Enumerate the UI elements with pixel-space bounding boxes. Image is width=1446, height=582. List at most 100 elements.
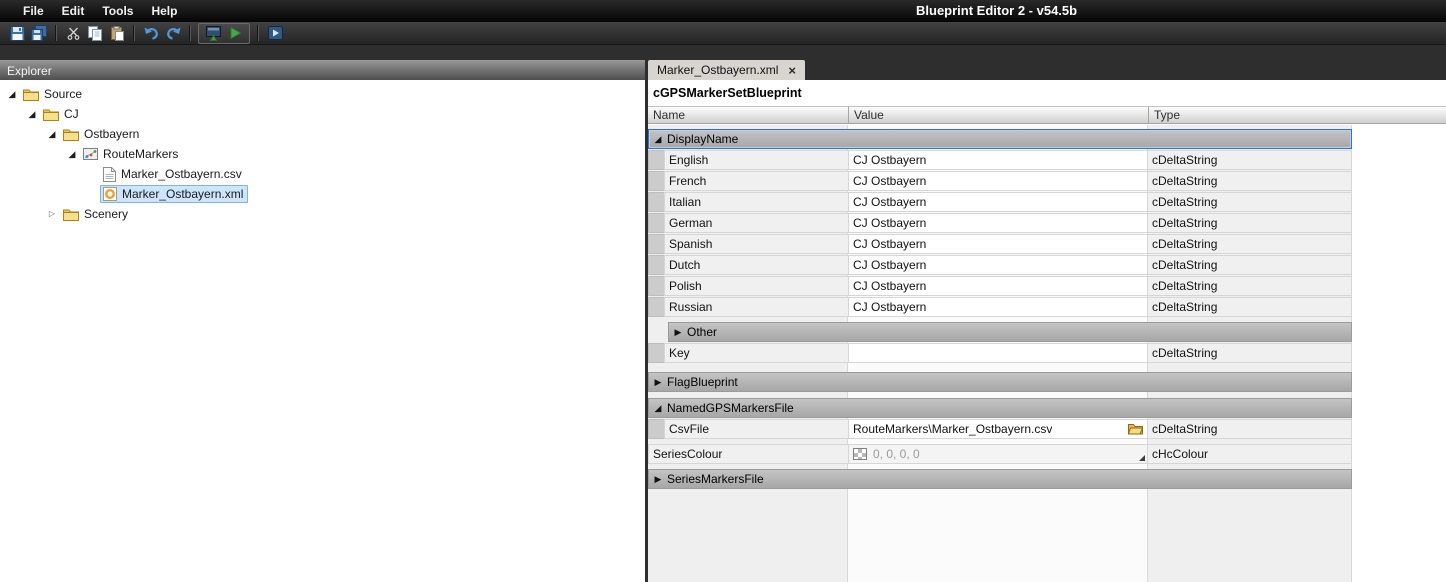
run-button[interactable] xyxy=(225,23,245,43)
paste-button[interactable] xyxy=(107,23,127,43)
tree-item-marker-ostbayern-xml[interactable]: Marker_Ostbayern.xml xyxy=(0,184,645,204)
prop-name: Italian xyxy=(664,192,848,212)
group-label: DisplayName xyxy=(667,132,738,146)
menu-edit[interactable]: Edit xyxy=(53,1,94,21)
expander-closed-icon[interactable]: ▶ xyxy=(649,470,667,488)
expander-closed-icon[interactable]: ▶ xyxy=(669,323,687,341)
preview-button[interactable] xyxy=(265,23,285,43)
editor-panel: Marker_Ostbayern.xml × cGPSMarkerSetBlue… xyxy=(648,60,1446,582)
expander-open-icon[interactable]: ◢ xyxy=(24,104,40,124)
prop-value[interactable]: CJ Ostbayern xyxy=(848,192,1148,212)
tree-label: CJ xyxy=(64,107,79,121)
prop-value[interactable]: CJ Ostbayern xyxy=(848,213,1148,233)
redo-button[interactable] xyxy=(163,23,183,43)
color-swatch[interactable] xyxy=(853,448,867,460)
column-header-type[interactable]: Type xyxy=(1148,107,1446,123)
tree-node-source: Source xyxy=(20,85,87,103)
prop-type: cDeltaString xyxy=(1148,297,1352,317)
prop-value[interactable]: RouteMarkers\Marker_Ostbayern.csv xyxy=(848,419,1148,439)
undo-button[interactable] xyxy=(141,23,161,43)
expander-open-icon[interactable]: ◢ xyxy=(649,130,667,148)
save-all-button[interactable] xyxy=(29,23,49,43)
group-row-seriesmarkersfile[interactable]: ▶SeriesMarkersFile xyxy=(648,469,1352,489)
export-button[interactable] xyxy=(203,23,223,43)
prop-row-seriescolour: SeriesColour0, 0, 0, 0cHcColour xyxy=(648,444,1352,464)
tree-item-source[interactable]: ◢Source xyxy=(0,84,645,104)
tree-node-scenery: Scenery xyxy=(60,205,133,223)
expander-closed-icon[interactable]: ▷ xyxy=(44,204,60,224)
expander-closed-icon[interactable]: ▶ xyxy=(649,373,667,391)
explorer-header: Explorer xyxy=(0,60,645,80)
prop-value-text: CJ Ostbayern xyxy=(853,216,926,230)
menu-file[interactable]: File xyxy=(14,1,53,21)
tree-label: Ostbayern xyxy=(84,127,139,141)
prop-type: cDeltaString xyxy=(1148,276,1352,296)
indent-gutter xyxy=(648,276,664,296)
prop-value[interactable]: CJ Ostbayern xyxy=(848,171,1148,191)
prop-value[interactable]: CJ Ostbayern xyxy=(848,297,1148,317)
prop-value[interactable]: CJ Ostbayern xyxy=(848,255,1148,275)
expander-open-icon[interactable]: ◢ xyxy=(44,124,60,144)
window-title: Blueprint Editor 2 - v54.5b xyxy=(916,3,1077,18)
group-label: SeriesMarkersFile xyxy=(667,472,764,486)
prop-row-french: FrenchCJ OstbayerncDeltaString xyxy=(648,171,1352,191)
prop-value[interactable]: 0, 0, 0, 0 xyxy=(848,444,1148,464)
prop-name: English xyxy=(664,150,848,170)
blueprint-type-heading: cGPSMarkerSetBlueprint xyxy=(648,80,1446,106)
prop-value-text: CJ Ostbayern xyxy=(853,237,926,251)
menu-help[interactable]: Help xyxy=(142,1,186,21)
menu-tools[interactable]: Tools xyxy=(93,1,142,21)
group-row-namedgpsmarkersfile[interactable]: ◢NamedGPSMarkersFile xyxy=(648,398,1352,418)
group-row-other[interactable]: ▶Other xyxy=(668,322,1352,342)
expander-open-icon[interactable]: ◢ xyxy=(649,399,667,417)
group-label: NamedGPSMarkersFile xyxy=(667,401,794,415)
tree-item-ostbayern[interactable]: ◢ Ostbayern xyxy=(0,124,645,144)
indent-gutter xyxy=(648,419,664,439)
indent-gutter xyxy=(648,171,664,191)
export-icon xyxy=(206,26,221,41)
toolbar-separator xyxy=(257,25,259,41)
prop-name: German xyxy=(664,213,848,233)
copy-button[interactable] xyxy=(85,23,105,43)
browse-folder-icon[interactable] xyxy=(1124,423,1143,435)
tree-node-marker-ostbayern-csv: Marker_Ostbayern.csv xyxy=(100,165,247,184)
prop-type: cDeltaString xyxy=(1148,343,1352,363)
cut-button[interactable] xyxy=(63,23,83,43)
folder-icon xyxy=(63,128,79,141)
prop-value[interactable] xyxy=(848,343,1148,363)
tab-marker-ostbayern-xml[interactable]: Marker_Ostbayern.xml × xyxy=(648,60,805,80)
prop-type: cDeltaString xyxy=(1148,234,1352,254)
tree-label: Scenery xyxy=(84,207,128,221)
column-header-name[interactable]: Name xyxy=(648,107,848,123)
prop-value[interactable]: CJ Ostbayern xyxy=(848,150,1148,170)
prop-value[interactable]: CJ Ostbayern xyxy=(848,234,1148,254)
tree-node-marker-ostbayern-xml: Marker_Ostbayern.xml xyxy=(100,185,248,203)
run-icon xyxy=(230,27,241,39)
prop-type: cDeltaString xyxy=(1148,419,1352,439)
explorer-panel: Explorer ◢Source◢CJ◢Ostbayern◢RouteMarke… xyxy=(0,60,645,582)
tab-close-icon[interactable]: × xyxy=(788,64,796,77)
prop-row-english: EnglishCJ OstbayerncDeltaString xyxy=(648,150,1352,170)
group-row-flagblueprint[interactable]: ▶FlagBlueprint xyxy=(648,372,1352,392)
prop-name: CsvFile xyxy=(664,419,848,439)
prop-value-text: 0, 0, 0, 0 xyxy=(873,447,920,461)
tab-strip: Marker_Ostbayern.xml × xyxy=(648,60,1446,80)
indent-gutter xyxy=(648,343,664,363)
expander-open-icon[interactable]: ◢ xyxy=(64,144,80,164)
prop-name: Key xyxy=(664,343,848,363)
prop-row-italian: ItalianCJ OstbayerncDeltaString xyxy=(648,192,1352,212)
prop-type: cDeltaString xyxy=(1148,192,1352,212)
tree-item-scenery[interactable]: ▷ Scenery xyxy=(0,204,645,224)
tree-item-marker-ostbayern-csv[interactable]: Marker_Ostbayern.csv xyxy=(0,164,645,184)
tree-item-cj[interactable]: ◢ CJ xyxy=(0,104,645,124)
save-button[interactable] xyxy=(7,23,27,43)
expander-open-icon[interactable]: ◢ xyxy=(4,84,20,104)
group-row-displayname[interactable]: ◢DisplayName xyxy=(648,129,1352,149)
tree-item-routemarkers[interactable]: ◢ RouteMarkers xyxy=(0,144,645,164)
column-header-value[interactable]: Value xyxy=(848,107,1148,123)
prop-value[interactable]: CJ Ostbayern xyxy=(848,276,1148,296)
prop-name: Spanish xyxy=(664,234,848,254)
tree-node-ostbayern: Ostbayern xyxy=(60,125,144,143)
tree-label: RouteMarkers xyxy=(103,147,178,161)
prop-type: cHcColour xyxy=(1148,444,1352,464)
